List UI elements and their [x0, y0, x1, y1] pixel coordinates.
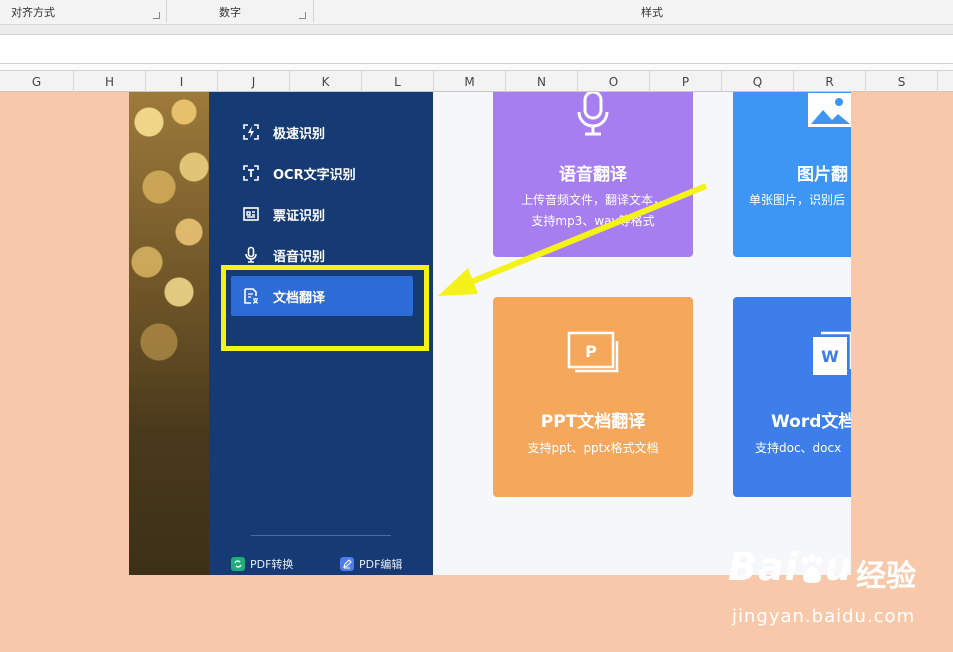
column-header-j[interactable]: J [218, 71, 290, 93]
column-header-q[interactable]: Q [722, 71, 794, 93]
pdf-edit-link[interactable]: PDF编辑 [340, 555, 402, 573]
speech-translate-card[interactable]: 语音翻译 上传音频文件，翻译文本， 支持mp3、wav等格式 [493, 92, 693, 257]
word-icon: W [811, 329, 851, 381]
ribbon-separator [166, 0, 167, 22]
watermark-url: jingyan.baidu.com [732, 606, 916, 627]
column-header-row: G H I J K L M N O P Q R S [0, 70, 953, 93]
ribbon-group-styles: 样式 [641, 6, 663, 19]
word-translate-card[interactable]: W Word文档 支持doc、docx [733, 297, 851, 497]
card-title: 语音翻译 [559, 165, 627, 185]
pdf-edit-label: PDF编辑 [359, 558, 403, 571]
card-description: 单张图片，识别后 [749, 193, 846, 207]
sidebar-item-label: 语音识别 [273, 249, 326, 265]
card-title: Word文档 [771, 412, 851, 432]
sidebar-item-fast-recognition[interactable]: 极速识别 [231, 112, 413, 152]
bokeh-photo [129, 92, 209, 575]
word-letter: W [821, 347, 839, 366]
image-icon [807, 92, 851, 132]
ribbon-separator [313, 0, 314, 22]
pdf-convert-link[interactable]: PDF转换 [231, 555, 293, 573]
column-header-r[interactable]: R [794, 71, 866, 93]
ticket-icon [239, 205, 263, 223]
ppt-translate-card[interactable]: P PPT文档翻译 支持ppt、pptx格式文档 [493, 297, 693, 497]
highlight-box [221, 265, 429, 351]
app-main-area: 语音翻译 上传音频文件，翻译文本， 支持mp3、wav等格式 图片翻 单张图片，… [433, 92, 851, 575]
column-header-m[interactable]: M [434, 71, 506, 93]
column-header-i[interactable]: I [146, 71, 218, 93]
card-description: 支持doc、docx [755, 441, 842, 455]
sidebar-item-label: 票证识别 [273, 208, 326, 224]
microphone-icon [239, 246, 263, 264]
sidebar-item-ticket[interactable]: 票证识别 [231, 194, 413, 234]
paw-icon [799, 549, 825, 583]
pdf-convert-label: PDF转换 [250, 558, 294, 571]
ppt-letter: P [585, 342, 597, 361]
card-title: PPT文档翻译 [540, 412, 646, 432]
column-header-g[interactable]: G [0, 71, 74, 93]
column-header-l[interactable]: L [362, 71, 434, 93]
sidebar-item-label: 极速识别 [273, 126, 326, 142]
image-translate-card[interactable]: 图片翻 单张图片，识别后 [733, 92, 851, 257]
sidebar-item-ocr[interactable]: OCR文字识别 [231, 153, 413, 193]
pdf-edit-icon [340, 557, 354, 571]
microphone-icon [573, 92, 613, 142]
watermark-brand: Bai u [728, 545, 853, 589]
card-title: 图片翻 [797, 165, 848, 185]
watermark-cn: 经验 [856, 559, 916, 594]
column-header-n[interactable]: N [506, 71, 578, 93]
number-launcher-icon[interactable] [299, 12, 306, 19]
column-header-p[interactable]: P [650, 71, 722, 93]
ocr-text-icon [239, 164, 263, 182]
pdf-convert-icon [231, 557, 245, 571]
card-description: 支持ppt、pptx格式文档 [527, 441, 659, 455]
column-header-o[interactable]: O [578, 71, 650, 93]
ppt-icon: P [565, 329, 619, 377]
sidebar-divider [251, 535, 391, 536]
lightning-scan-icon [239, 123, 263, 141]
ribbon-group-bar: 对齐方式 数字 样式 [0, 0, 953, 25]
card-description: 上传音频文件，翻译文本， 支持mp3、wav等格式 [520, 193, 665, 228]
column-header-h[interactable]: H [74, 71, 146, 93]
column-header-k[interactable]: K [290, 71, 362, 93]
ribbon-bottom-strip [0, 25, 953, 35]
formula-bar[interactable] [0, 35, 953, 64]
sidebar-item-label: OCR文字识别 [273, 167, 356, 183]
ribbon-group-alignment: 对齐方式 [11, 6, 55, 19]
column-header-s[interactable]: S [866, 71, 938, 93]
alignment-launcher-icon[interactable] [153, 12, 160, 19]
ribbon-group-number: 数字 [219, 6, 241, 19]
baidu-jingyan-watermark: Bai u 经验 jingyan.baidu.com [728, 545, 938, 635]
